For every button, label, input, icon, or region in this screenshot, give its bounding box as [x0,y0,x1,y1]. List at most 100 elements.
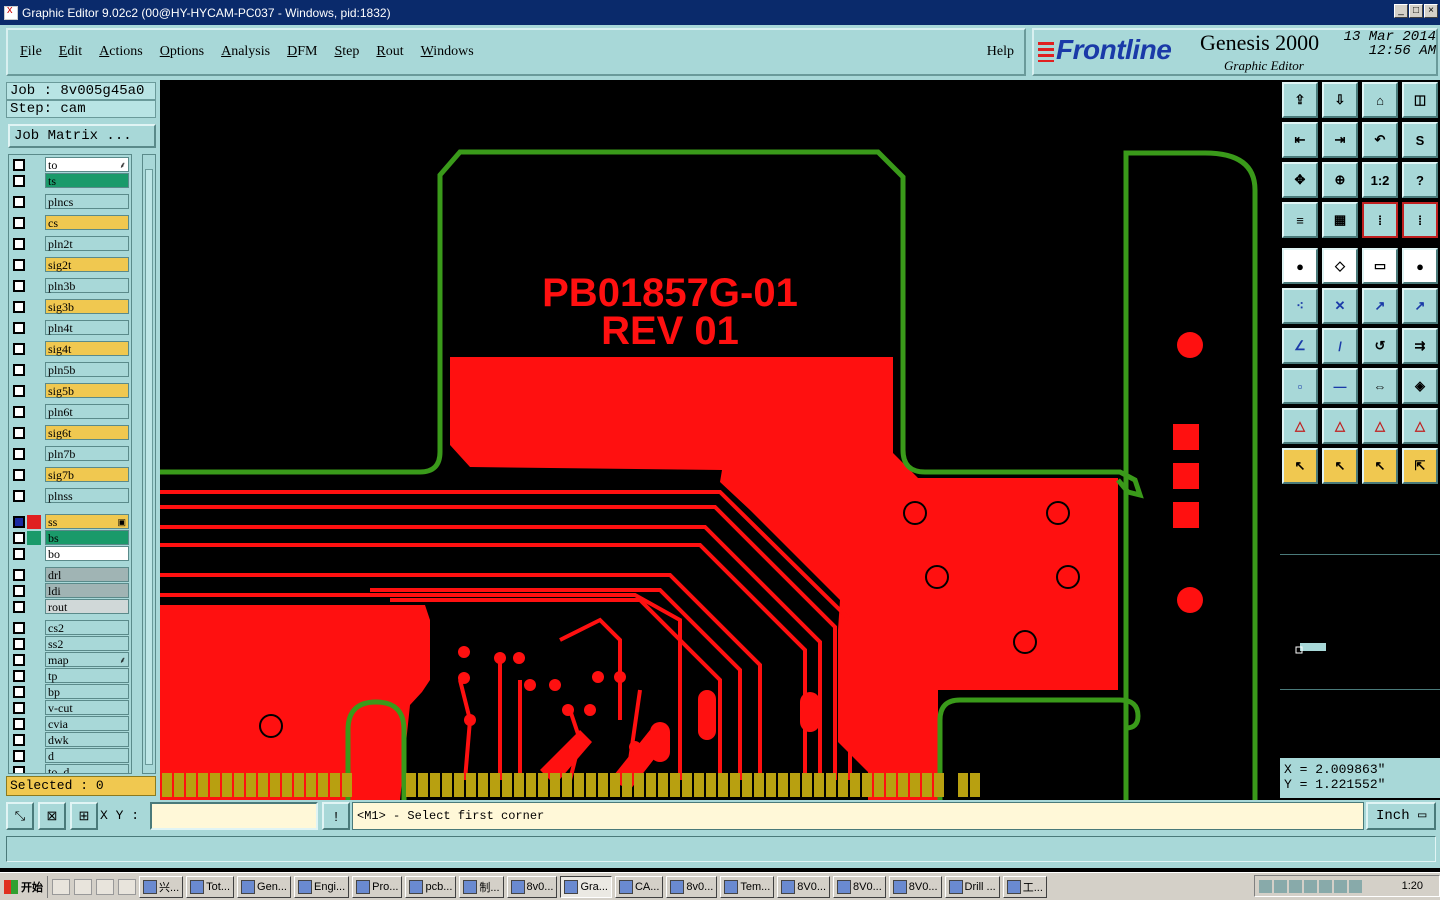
tray-icon[interactable] [1304,879,1317,893]
tool-button[interactable]: ⇥ [1322,122,1358,158]
layer-color-swatch[interactable] [27,321,41,335]
layer-color-swatch[interactable] [27,547,41,561]
layer-color-swatch[interactable] [27,765,41,773]
layer-checkbox[interactable] [13,322,25,334]
layer-checkbox[interactable] [13,766,25,773]
tray-icon[interactable] [1319,879,1332,893]
layer-checkbox[interactable] [13,217,25,229]
scrollbar-thumb[interactable] [145,169,153,765]
layer-checkbox[interactable] [13,427,25,439]
layer-name[interactable]: drl [45,567,129,582]
xy-input[interactable] [150,802,318,830]
layer-checkbox[interactable] [13,638,25,650]
layer-checkbox[interactable] [13,238,25,250]
layer-name[interactable]: bo [45,546,129,561]
layer-name[interactable]: pln5b [45,362,129,377]
tool-button[interactable]: ● [1402,248,1438,284]
taskbar-task[interactable]: Engi... [293,875,350,898]
tool-button[interactable]: ⁞ [1402,202,1438,238]
layer-checkbox[interactable] [13,196,25,208]
layer-color-swatch[interactable] [27,195,41,209]
layer-row-sig4t[interactable]: sig4t [11,341,131,357]
layer-checkbox[interactable] [13,585,25,597]
layer-name[interactable]: cs [45,215,129,230]
layer-row-bs[interactable]: bs [11,530,131,546]
layer-color-swatch[interactable] [27,489,41,503]
layer-checkbox[interactable] [13,490,25,502]
layer-name[interactable]: ldi [45,583,129,598]
tool-button[interactable]: ● [1282,248,1318,284]
layer-row-sig7b[interactable]: sig7b [11,467,131,483]
minimize-button[interactable]: _ [1394,4,1408,18]
layer-name[interactable]: pln4t [45,320,129,335]
layer-color-swatch[interactable] [27,363,41,377]
layer-row-pln3b[interactable]: pln3b [11,278,131,294]
layer-color-swatch[interactable] [27,237,41,251]
tray-icon[interactable] [1289,879,1302,893]
menu-edit[interactable]: Edit [59,44,82,60]
layer-color-swatch[interactable] [27,584,41,598]
grid-button[interactable]: ⊞ [70,802,98,830]
layer-color-swatch[interactable] [27,426,41,440]
menu-analysis[interactable]: Analysis [221,44,270,60]
unit-selector[interactable]: Inch ▭ [1366,802,1436,830]
layer-checkbox[interactable] [13,532,25,544]
alert-button[interactable]: ! [322,802,350,830]
layer-row-tp[interactable]: tp [11,668,131,684]
tool-button[interactable]: ⌂ [1362,82,1398,118]
tool-button[interactable]: / [1322,328,1358,364]
tray-icon[interactable] [1334,879,1347,893]
layer-name[interactable]: cvia [45,716,129,731]
taskbar-task[interactable]: 制... [459,875,504,898]
tool-button[interactable]: ? [1402,162,1438,198]
layer-checkbox[interactable] [13,406,25,418]
layer-row-cs2[interactable]: cs2 [11,620,131,636]
layer-checkbox[interactable] [13,569,25,581]
layer-name[interactable]: pln3b [45,278,129,293]
taskbar-task[interactable]: 8v0... [666,875,718,898]
layer-row-cvia[interactable]: cvia [11,716,131,732]
layer-name[interactable]: sig3b [45,299,129,314]
tool-button[interactable]: △ [1362,408,1398,444]
layer-row-sig5b[interactable]: sig5b [11,383,131,399]
layer-name[interactable]: cs2 [45,620,129,635]
layer-name[interactable]: bs [45,530,129,545]
close-button[interactable]: × [1424,4,1438,18]
layer-row-sig3b[interactable]: sig3b [11,299,131,315]
quicklaunch-icon[interactable] [52,878,70,895]
layer-color-swatch[interactable] [27,342,41,356]
taskbar-task[interactable]: 工... [1002,875,1047,898]
layer-row-pln2t[interactable]: pln2t [11,236,131,252]
layer-row-pln7b[interactable]: pln7b [11,446,131,462]
layer-color-swatch[interactable] [27,216,41,230]
tool-button[interactable]: ⇉ [1402,328,1438,364]
layer-row-to_d[interactable]: to_d [11,764,131,773]
layer-checkbox[interactable] [13,622,25,634]
layer-row-pln4t[interactable]: pln4t [11,320,131,336]
menu-rout[interactable]: Rout [376,44,403,60]
tool-button[interactable]: ⇱ [1402,448,1438,484]
layer-name[interactable]: plncs [45,194,129,209]
layer-row-v-cut[interactable]: v-cut [11,700,131,716]
layer-color-swatch[interactable] [27,405,41,419]
tool-button[interactable]: ↗ [1402,288,1438,324]
layer-color-swatch[interactable] [27,717,41,731]
layer-color-swatch[interactable] [27,621,41,635]
tool-button[interactable]: ▫ [1282,368,1318,404]
layer-checkbox[interactable] [13,448,25,460]
start-button[interactable]: 开始 [0,875,48,898]
layer-name[interactable]: d [45,748,129,763]
layer-list-scrollbar[interactable] [142,154,156,774]
layer-row-plnss[interactable]: plnss [11,488,131,504]
layer-checkbox[interactable] [13,175,25,187]
tray-icon[interactable] [1259,879,1272,893]
layer-row-plncs[interactable]: plncs [11,194,131,210]
layer-name[interactable]: ss ▣ [45,514,129,529]
layer-row-ss[interactable]: ss ▣ [11,514,131,530]
menu-step[interactable]: Step [334,44,359,60]
zoom-area-button[interactable]: ⤡ [6,802,34,830]
tool-button[interactable]: ⇩ [1322,82,1358,118]
quicklaunch-icon[interactable] [118,878,136,895]
taskbar-task[interactable]: 8V0... [888,875,942,898]
menu-options[interactable]: Options [160,44,204,60]
